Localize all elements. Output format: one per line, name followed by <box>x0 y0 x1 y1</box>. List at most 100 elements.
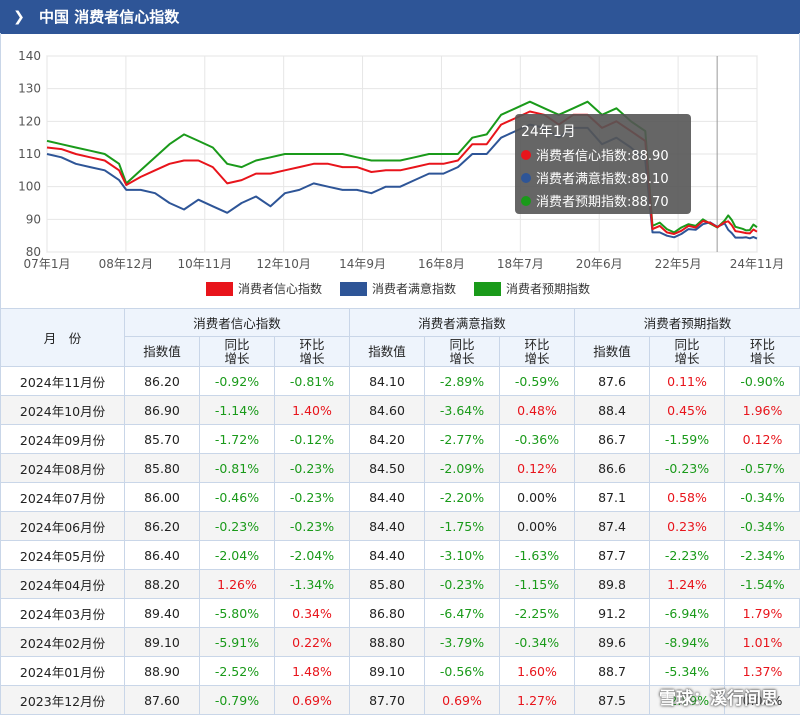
change-cell: -2.04% <box>273 540 351 570</box>
change-cell: 0.12% <box>499 453 576 483</box>
change-cell: -0.23% <box>649 453 726 483</box>
change-cell: -0.90% <box>724 366 800 396</box>
index-value-cell: 89.10 <box>124 627 200 657</box>
change-cell: -1.54% <box>724 569 800 599</box>
index-value-cell: 84.10 <box>349 366 426 396</box>
change-cell: -0.12% <box>273 424 351 454</box>
legend-label: 消费者满意指数 <box>372 281 456 296</box>
change-cell: -5.34% <box>649 656 726 686</box>
change-cell: -0.34% <box>724 482 800 512</box>
group-header: 消费者预期指数 <box>574 308 800 337</box>
index-value-cell: 85.80 <box>124 453 200 483</box>
change-cell: -1.34% <box>273 569 351 599</box>
change-cell: -2.23% <box>649 540 726 570</box>
change-cell: 0.22% <box>273 627 351 657</box>
index-value-cell: 89.40 <box>124 598 200 628</box>
table-row: 2024年05月份 86.40 -2.04% -2.04% 84.40 -3.10% -1.… <box>0 540 800 570</box>
change-cell: -0.23% <box>273 511 351 541</box>
tooltip-row: 消费者预期指数:88.70 <box>536 195 669 210</box>
change-cell: -2.25% <box>499 598 576 628</box>
index-value-cell: 86.80 <box>349 598 426 628</box>
index-value-cell: 84.40 <box>349 511 426 541</box>
line-chart: 809010011012013014007年1月 08年12月 10年11月 12年1… <box>18 49 785 296</box>
index-value-cell: 89.6 <box>574 627 651 657</box>
table-row: 2024年10月份 86.90 -1.14% 1.40% 84.60 -3.64% 0.48… <box>0 395 800 425</box>
tooltip-dot <box>521 173 531 183</box>
month-cell: 2024年08月份 <box>0 453 125 483</box>
y-tick-label: 90 <box>26 212 41 226</box>
table-row: 2024年02月份 89.10 -5.91% 0.22% 88.80 -3.79% -0.3… <box>0 627 800 657</box>
change-cell: -3.64% <box>424 395 501 425</box>
index-value-cell: 87.6 <box>574 366 651 396</box>
change-cell: -5.91% <box>199 627 275 657</box>
change-cell: -1.14% <box>199 395 275 425</box>
table-row: 2024年07月份 86.00 -0.46% -0.23% 84.40 -2.20% 0.0… <box>0 482 800 512</box>
change-cell: -1.72% <box>199 424 275 454</box>
change-cell: 1.01% <box>724 627 800 657</box>
x-tick-label: 16年8月 <box>418 257 465 271</box>
change-cell: 1.60% <box>499 656 576 686</box>
table-row: 2024年01月份 88.90 -2.52% 1.48% 89.10 -0.56% 1.60… <box>0 656 800 686</box>
change-cell: -2.04% <box>199 540 275 570</box>
legend-swatch <box>206 282 233 296</box>
month-cell: 2024年06月份 <box>0 511 125 541</box>
month-column-header: 月 份 <box>0 308 125 367</box>
chevron-right-icon[interactable]: ❯ <box>9 7 29 27</box>
sub-header: 环比 增长 <box>273 336 351 367</box>
change-cell: 0.00% <box>499 511 576 541</box>
month-cell: 2024年04月份 <box>0 569 125 599</box>
index-value-cell: 84.40 <box>349 482 426 512</box>
change-cell: -0.46% <box>199 482 275 512</box>
change-cell: 1.40% <box>273 395 351 425</box>
month-cell: 2024年01月份 <box>0 656 125 686</box>
change-cell: -3.10% <box>424 540 501 570</box>
index-value-cell: 84.50 <box>349 453 426 483</box>
index-value-cell: 87.1 <box>574 482 651 512</box>
change-cell: 0.34% <box>273 598 351 628</box>
index-value-cell: 89.10 <box>349 656 426 686</box>
legend-swatch <box>474 282 501 296</box>
month-cell: 2024年02月份 <box>0 627 125 657</box>
x-tick-label: 10年11月 <box>178 257 233 271</box>
index-value-cell: 85.80 <box>349 569 426 599</box>
legend-swatch <box>340 282 367 296</box>
change-cell: -6.94% <box>649 598 726 628</box>
change-cell: -0.92% <box>199 366 275 396</box>
change-cell: 0.45% <box>649 395 726 425</box>
change-cell: -0.36% <box>499 424 576 454</box>
change-cell: 0.69% <box>424 685 501 715</box>
change-cell: -2.34% <box>724 540 800 570</box>
change-cell: -3.79% <box>424 627 501 657</box>
y-tick-label: 120 <box>18 114 41 128</box>
index-value-cell: 87.60 <box>124 685 200 715</box>
y-tick-label: 130 <box>18 82 41 96</box>
month-cell: 2024年07月份 <box>0 482 125 512</box>
change-cell: -6.47% <box>424 598 501 628</box>
change-cell: -1.59% <box>649 424 726 454</box>
change-cell: 1.27% <box>499 685 576 715</box>
index-value-cell: 88.80 <box>349 627 426 657</box>
change-cell: -1.75% <box>424 511 501 541</box>
y-tick-label: 140 <box>18 49 41 63</box>
change-cell: -0.23% <box>199 511 275 541</box>
table-row: 2024年09月份 85.70 -1.72% -0.12% 84.20 -2.77% -0.… <box>0 424 800 454</box>
change-cell: -0.59% <box>499 366 576 396</box>
index-value-cell: 85.70 <box>124 424 200 454</box>
index-value-cell: 86.40 <box>124 540 200 570</box>
change-cell: 0.11% <box>649 366 726 396</box>
x-tick-label: 24年11月 <box>730 257 785 271</box>
change-cell: -2.09% <box>424 453 501 483</box>
sub-header: 环比 增长 <box>724 336 800 367</box>
month-cell: 2024年10月份 <box>0 395 125 425</box>
index-value-cell: 87.7 <box>574 540 651 570</box>
change-cell: -2.89% <box>424 366 501 396</box>
index-value-cell: 88.90 <box>124 656 200 686</box>
sub-header: 指数值 <box>349 336 426 367</box>
x-tick-label: 08年12月 <box>99 257 154 271</box>
change-cell: -0.34% <box>724 511 800 541</box>
change-cell: -0.23% <box>273 482 351 512</box>
change-cell: -0.34% <box>499 627 576 657</box>
change-cell: 0.58% <box>649 482 726 512</box>
x-tick-label: 20年6月 <box>576 257 623 271</box>
change-cell: -0.81% <box>199 453 275 483</box>
